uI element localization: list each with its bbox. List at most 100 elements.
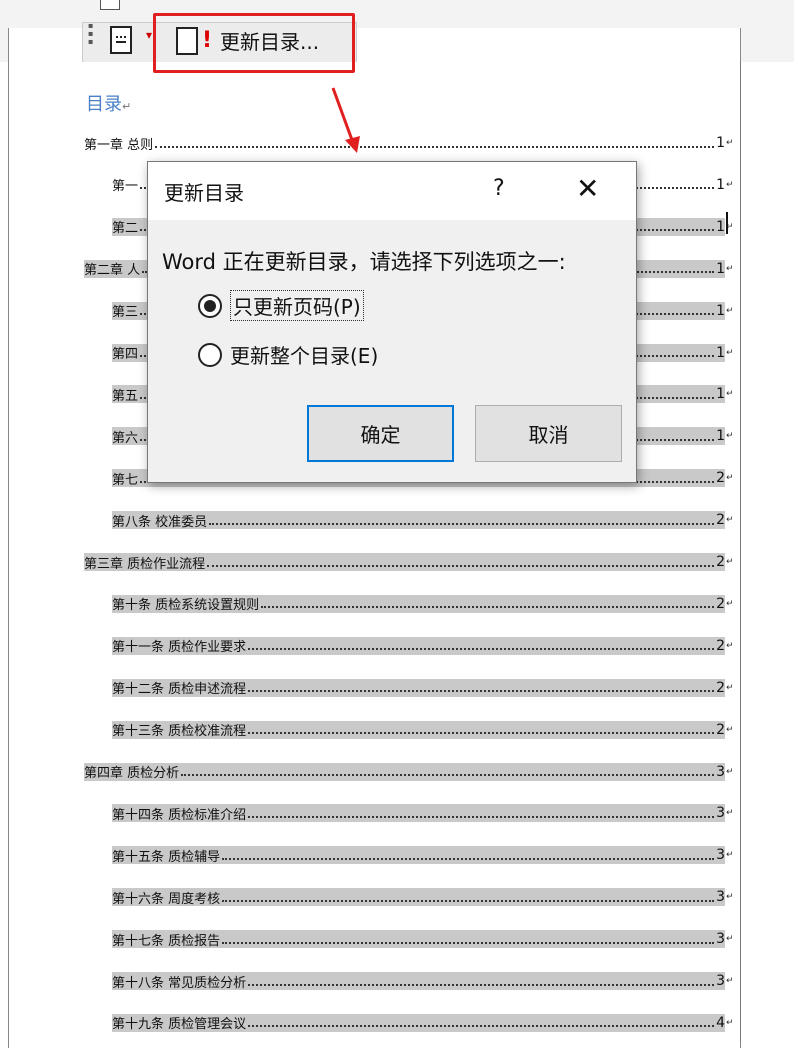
toc-page-number: 2	[716, 470, 725, 487]
dot-leader	[261, 599, 715, 609]
toc-entry[interactable]: 第十条 质检系统设置规则 2	[112, 594, 725, 613]
paragraph-mark-icon: ↵	[726, 892, 734, 903]
paragraph-mark-icon: ↵	[726, 598, 734, 609]
toc-page-number: 3	[716, 847, 725, 864]
toc-page-number: 1	[716, 176, 725, 193]
dot-leader	[248, 725, 715, 735]
toc-entry[interactable]: 第十五条 质检辅导 3	[112, 846, 725, 865]
toc-entry[interactable]: 第三章 质检作业流程 2	[84, 553, 725, 571]
toc-entry-text: 第十六条 周度考核	[112, 891, 221, 907]
paragraph-mark-icon: ↵	[726, 766, 734, 777]
toc-page-number: 1	[716, 344, 725, 361]
toc-entry[interactable]: 第十二条 质检申述流程 2	[112, 678, 725, 697]
toc-page-number: 1	[716, 428, 725, 445]
dialog-title: 更新目录	[164, 180, 244, 205]
radio-update-pages-only[interactable]: 只更新页码(P)	[198, 290, 364, 321]
toc-entry-text: 第五	[112, 388, 139, 404]
ok-button[interactable]: 确定	[307, 405, 454, 462]
toc-entry-text: 第十四条 质检标准介绍	[112, 807, 247, 823]
toc-entry-text: 第四章 质检分析	[84, 766, 180, 781]
dot-leader	[222, 851, 715, 860]
toc-entry[interactable]: 第四章 质检分析 3	[84, 762, 725, 781]
toc-entry-text: 第六	[112, 430, 139, 446]
cancel-button[interactable]: 取消	[475, 405, 622, 462]
toc-entry-text: 第二	[112, 221, 139, 236]
annotation-highlight-box	[153, 13, 355, 73]
dot-leader	[209, 516, 715, 525]
toc-entry-text: 第十九条 质检管理会议	[112, 1017, 247, 1032]
toc-page-number: 3	[716, 973, 725, 989]
toc-entry[interactable]: 第十六条 周度考核 3	[112, 888, 725, 907]
toc-page-number: 2	[716, 595, 725, 612]
toc-heading: 目录↵	[86, 94, 132, 115]
paragraph-mark-icon: ↵	[726, 682, 734, 693]
toc-entry[interactable]: 第十一条 质检作业要求 2	[112, 636, 725, 655]
radio-label: 更新整个目录(E)	[230, 344, 379, 368]
dialog-titlebar: 更新目录 ? ✕	[148, 162, 636, 220]
ruler-marker	[100, 0, 120, 10]
toc-page-number: 2	[716, 512, 725, 529]
dot-leader	[248, 977, 715, 986]
toc-entry-text: 第十三条 质检校准流程	[112, 724, 247, 739]
toc-page-number: 1	[716, 302, 725, 319]
toc-entry-text: 第八条 校准委员	[112, 514, 208, 530]
toc-entry-text: 第二章 人	[84, 263, 141, 278]
dot-leader	[248, 641, 715, 651]
radio-unselected-icon[interactable]	[198, 342, 222, 367]
toc-entry[interactable]: 第十三条 质检校准流程 2	[112, 720, 725, 739]
paragraph-mark-icon: ↵	[726, 1017, 734, 1028]
paragraph-mark-icon: ↵	[726, 305, 734, 316]
toc-entry[interactable]: 第十九条 质检管理会议 4	[112, 1013, 725, 1032]
paragraph-mark-icon: ↵	[726, 179, 734, 190]
toc-entry-text: 第十五条 质检辅导	[112, 849, 221, 865]
help-icon[interactable]: ?	[493, 176, 505, 201]
radio-update-entire-table[interactable]: 更新整个目录(E)	[198, 340, 378, 369]
toc-page-number: 2	[716, 554, 725, 570]
radio-selected-icon[interactable]	[198, 293, 222, 318]
toc-entry-text: 第四	[112, 347, 139, 362]
paragraph-mark-icon: ↵	[726, 347, 734, 358]
paragraph-mark-icon: ↵	[726, 976, 734, 986]
dot-leader	[222, 893, 715, 902]
toc-page-number: 3	[716, 889, 725, 906]
radio-label: 只更新页码(P)	[230, 290, 364, 321]
toc-entry[interactable]: 第一章 总则 1	[84, 134, 725, 152]
toc-page-number: 1	[716, 135, 725, 151]
toc-entry[interactable]: 第十四条 质检标准介绍 3	[112, 804, 725, 823]
paragraph-mark-icon: ↵	[726, 640, 734, 651]
toc-entry[interactable]: 第十七条 质检报告 3	[112, 930, 725, 949]
paragraph-mark-icon: ↵	[726, 431, 734, 442]
paragraph-mark-icon: ↵	[726, 389, 734, 400]
toc-page-number: 2	[716, 679, 725, 696]
dot-leader	[222, 935, 715, 944]
paragraph-mark-icon: ↵	[726, 473, 734, 484]
toc-entry[interactable]: 第八条 校准委员 2	[112, 511, 725, 530]
dot-leader	[248, 809, 715, 818]
toc-entry-text: 第十条 质检系统设置规则	[112, 598, 260, 613]
toc-entry-text: 第十二条 质检申述流程	[112, 682, 247, 697]
paragraph-mark-icon: ↵	[726, 808, 734, 819]
drag-handle-icon[interactable]: ▪ ▪ ▪	[88, 22, 93, 46]
toc-entry-text: 第一章 总则	[84, 137, 154, 153]
toc-entry-text: 第三	[112, 305, 139, 320]
dropdown-arrow-icon[interactable]: ▾	[146, 28, 152, 42]
close-icon[interactable]: ✕	[576, 172, 599, 205]
dot-leader	[207, 558, 715, 567]
paragraph-mark-icon: ↵	[726, 138, 734, 148]
text-cursor	[726, 212, 728, 234]
toc-page-number: 3	[716, 805, 725, 822]
margin-line	[740, 62, 741, 1042]
paragraph-mark-icon: ↵	[726, 557, 734, 567]
paragraph-mark-icon: ↵	[726, 263, 734, 274]
toc-entry-text: 第十八条 常见质检分析	[112, 975, 247, 991]
toc-page-number: 4	[716, 1014, 725, 1031]
toc-entry[interactable]: 第十八条 常见质检分析 3	[112, 972, 725, 990]
toc-entry-text: 第十七条 质检报告	[112, 933, 221, 949]
toc-page-number: 3	[716, 931, 725, 948]
dot-leader	[181, 767, 715, 776]
paragraph-mark-icon: ↵	[726, 724, 734, 735]
toc-icon[interactable]	[110, 26, 132, 54]
dialog-message: Word 正在更新目录，请选择下列选项之一:	[162, 250, 566, 274]
toc-entry-text: 第三章 质检作业流程	[84, 556, 206, 572]
toc-entry-text: 第七	[112, 472, 139, 488]
